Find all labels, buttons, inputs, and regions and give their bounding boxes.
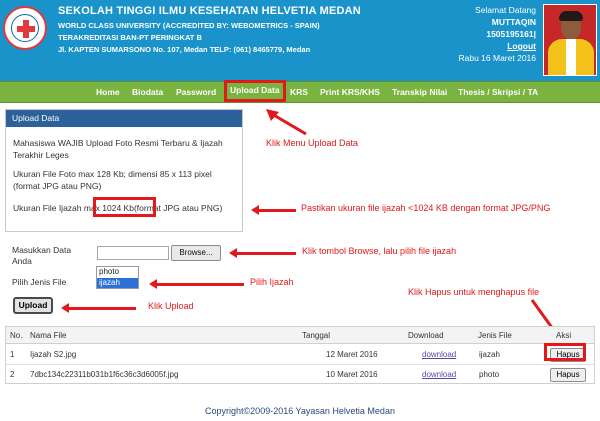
table-header: No. Nama File Tanggal Download Jenis Fil…	[6, 327, 594, 344]
menu-arrow-icon	[266, 109, 307, 136]
welcome-text: Selamat Datang	[475, 5, 536, 15]
delete-highlight	[544, 343, 586, 361]
note-browse: Klik tombol Browse, lalu pilih file ijaz…	[302, 246, 457, 256]
photo-size-text: Ukuran File Foto max 128 Kb; dimensi 85 …	[13, 169, 212, 191]
size-highlight	[93, 197, 156, 217]
upload-date: 12 Maret 2016	[326, 350, 378, 359]
col-no: No.	[10, 331, 23, 340]
school-tagline: WORLD CLASS UNIVERSITY (ACCREDITED BY: W…	[58, 21, 320, 30]
file-input[interactable]	[97, 246, 169, 260]
footer-copyright: Copyright©2009-2016 Yayasan Helvetia Med…	[205, 406, 395, 416]
panel-title: Upload Data	[6, 110, 242, 127]
browse-button[interactable]: Browse...	[171, 245, 221, 261]
accreditation-text: TERAKREDITASI BAN-PT PERINGKAT B	[58, 33, 202, 42]
file-name: 7dbc134c22311b031b1f6c36c3d6005f.jpg	[30, 370, 179, 379]
note-select: Pilih Ijazah	[250, 277, 294, 287]
option-ijazah[interactable]: ijazah	[97, 277, 138, 288]
site-header: SEKOLAH TINGGI ILMU KESEHATAN HELVETIA M…	[0, 0, 600, 81]
col-file-name: Nama File	[30, 331, 67, 340]
col-file-type: Jenis File	[478, 331, 512, 340]
browse-arrow-icon	[229, 248, 296, 258]
upload-date: 10 Maret 2016	[326, 370, 378, 379]
user-info: Selamat Datang MUTTAQIN 1505195161| Logo…	[376, 4, 537, 64]
row-number: 1	[10, 350, 15, 359]
note-delete: Klik Hapus untuk menghapus file	[408, 287, 540, 297]
nav-upload-data[interactable]: Upload Data	[224, 80, 286, 102]
file-type-select[interactable]: photo ijazah	[96, 266, 139, 289]
student-id: 1505195161|	[486, 29, 536, 39]
logout-link[interactable]: Logout	[376, 40, 536, 52]
upload-info-panel: Upload Data Mahasiswa WAJIB Upload Foto …	[5, 109, 243, 232]
size-arrow-icon	[251, 205, 296, 215]
file-type-label: Pilih Jenis File	[12, 277, 67, 287]
note-upload: Klik Upload	[148, 301, 194, 311]
school-address: Jl. KAPTEN SUMARSONO No. 107, Medan TELP…	[58, 45, 311, 54]
nav-password[interactable]: Password	[176, 82, 216, 102]
upload-button[interactable]: Upload	[13, 297, 53, 314]
user-avatar	[543, 4, 597, 76]
file-type: photo	[479, 370, 500, 379]
nav-print-krs-khs[interactable]: Print KRS/KHS	[320, 82, 380, 102]
nav-thesis[interactable]: Thesis / Skripsi / TA	[458, 82, 538, 102]
file-name: Ijazah S2.jpg	[30, 350, 77, 359]
nav-home[interactable]: Home	[96, 82, 120, 102]
nav-biodata[interactable]: Biodata	[132, 82, 163, 102]
col-action: Aksi	[556, 331, 572, 340]
file-type: ijazah	[479, 350, 500, 359]
download-link[interactable]: download	[422, 365, 456, 385]
upload-arrow-icon	[61, 303, 136, 313]
nav-krs[interactable]: KRS	[290, 82, 308, 102]
school-name: SEKOLAH TINGGI ILMU KESEHATAN HELVETIA M…	[58, 5, 361, 17]
instruction-text: Mahasiswa WAJIB Upload Foto Resmi Terbar…	[13, 138, 223, 160]
col-date: Tanggal	[302, 331, 331, 340]
current-date: Rabu 16 Maret 2016	[458, 53, 537, 63]
table-row: 2 7dbc134c22311b031b1f6c36c3d6005f.jpg 1…	[6, 365, 594, 385]
file-label: Masukkan Data Anda	[12, 245, 72, 266]
table-row: 1 Ijazah S2.jpg 12 Maret 2016 download i…	[6, 345, 594, 365]
option-photo[interactable]: photo	[97, 267, 138, 278]
note-size: Pastikan ukuran file ijazah <1024 KB den…	[301, 203, 551, 213]
download-link[interactable]: download	[422, 345, 456, 365]
uploaded-files-table: No. Nama File Tanggal Download Jenis Fil…	[5, 326, 595, 384]
username: MUTTAQIN	[491, 17, 536, 27]
col-download: Download	[408, 331, 444, 340]
row-number: 2	[10, 370, 15, 379]
nav-transkip-nilai[interactable]: Transkip Nilai	[392, 82, 447, 102]
main-nav: Home Biodata Password Upload Data KRS Pr…	[0, 80, 600, 103]
select-arrow-icon	[149, 279, 244, 289]
delete-button[interactable]: Hapus	[550, 368, 586, 382]
note-menu: Klik Menu Upload Data	[266, 138, 359, 148]
school-logo-icon	[3, 6, 47, 50]
